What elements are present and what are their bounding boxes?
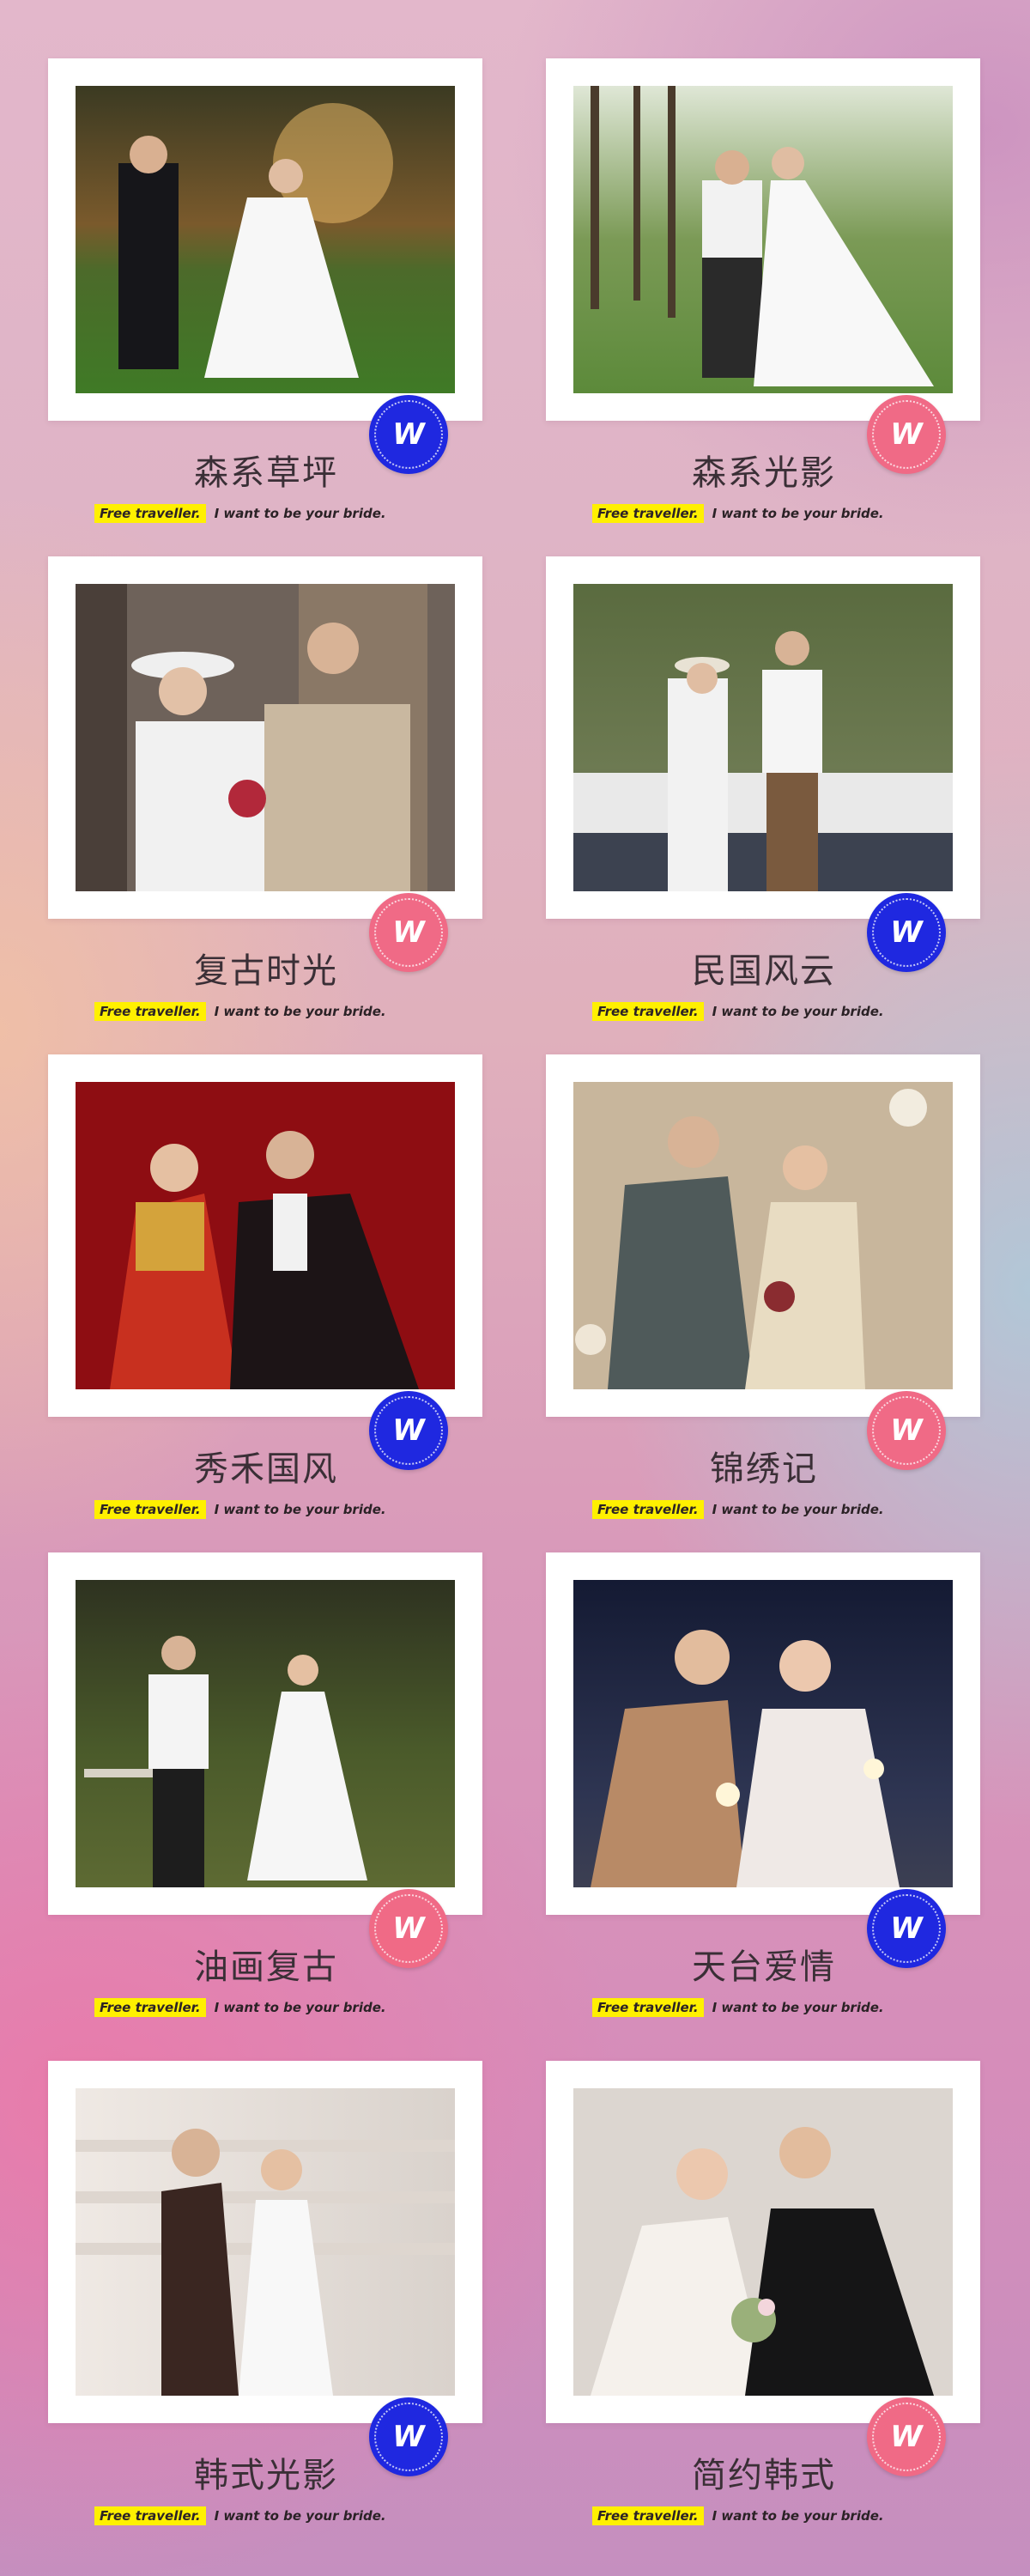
card-title: 民国风云 (692, 951, 836, 991)
photo-frame (546, 1054, 980, 1417)
photo-frame (546, 2061, 980, 2423)
card-title: 复古时光 (194, 951, 338, 991)
gallery-card[interactable]: W 天台爱情 Free traveller. I want to be your… (498, 1494, 996, 2017)
gallery-card[interactable]: W 森系光影 Free traveller. I want to be your… (498, 0, 996, 523)
card-title: 森系光影 (692, 453, 836, 493)
tagline-text: I want to be your bride. (712, 2508, 884, 2524)
card-title: 森系草坪 (194, 453, 338, 493)
photo-frame (48, 2061, 482, 2423)
photo-frame (546, 58, 980, 421)
card-title: 锦绣记 (710, 1449, 818, 1489)
wedding-photo[interactable] (76, 584, 455, 891)
photo-frame (48, 58, 482, 421)
wedding-photo[interactable] (573, 584, 953, 891)
gallery-card[interactable]: W 油画复古 Free traveller. I want to be your… (0, 1494, 498, 2017)
photo-grid: W 森系草坪 Free traveller. I want to be your… (0, 0, 1030, 2576)
photo-frame (48, 556, 482, 919)
tagline-highlight: Free traveller. (94, 2506, 206, 2525)
card-title: 秀禾国风 (194, 1449, 338, 1489)
tagline: Free traveller. I want to be your bride. (592, 2504, 884, 2528)
wedding-photo[interactable] (76, 2088, 455, 2396)
gallery-card[interactable]: W 森系草坪 Free traveller. I want to be your… (0, 0, 498, 523)
wedding-photo[interactable] (573, 1082, 953, 1389)
wedding-photo[interactable] (76, 86, 455, 393)
card-title: 油画复古 (194, 1947, 338, 1987)
photo-frame (546, 556, 980, 919)
wedding-photo[interactable] (76, 1580, 455, 1887)
gallery-card[interactable]: W 锦绣记 Free traveller. I want to be your … (498, 996, 996, 1519)
photo-frame (546, 1552, 980, 1915)
gallery-card[interactable]: W 秀禾国风 Free traveller. I want to be your… (0, 996, 498, 1519)
card-title: 韩式光影 (194, 2456, 338, 2495)
wedding-photo[interactable] (76, 1082, 455, 1389)
gallery-card[interactable]: W 民国风云 Free traveller. I want to be your… (498, 498, 996, 1021)
card-title: 天台爱情 (692, 1947, 836, 1987)
photo-frame (48, 1054, 482, 1417)
tagline: Free traveller. I want to be your bride. (94, 2504, 386, 2528)
photo-frame (48, 1552, 482, 1915)
tagline-text: I want to be your bride. (214, 2508, 386, 2524)
wedding-photo[interactable] (573, 86, 953, 393)
tagline-highlight: Free traveller. (592, 2506, 704, 2525)
wedding-photo[interactable] (573, 2088, 953, 2396)
gallery-card[interactable]: W 韩式光影 Free traveller. I want to be your… (0, 2002, 498, 2525)
gallery-card[interactable]: W 复古时光 Free traveller. I want to be your… (0, 498, 498, 1021)
card-title: 简约韩式 (692, 2456, 836, 2495)
gallery-card[interactable]: W 简约韩式 Free traveller. I want to be your… (498, 2002, 996, 2525)
wedding-photo[interactable] (573, 1580, 953, 1887)
